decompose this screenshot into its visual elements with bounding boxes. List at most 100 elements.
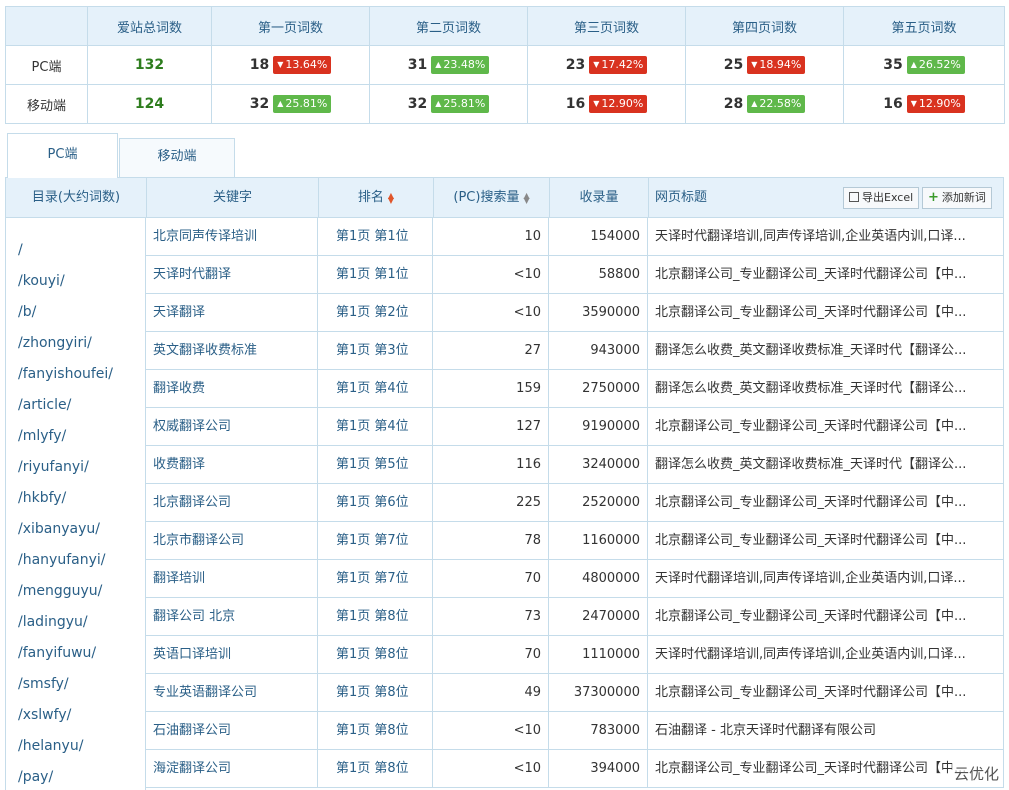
summary-page-cell: 18 ▼ 13.64% — [211, 45, 370, 85]
keyword-cell[interactable]: 天译翻译 — [146, 294, 318, 332]
directory-item[interactable]: /fanyifuwu/ — [6, 638, 145, 669]
export-label: 导出Excel — [862, 191, 914, 204]
summary-row-label: 移动端 — [5, 84, 88, 124]
summary-total: 124 — [87, 84, 212, 124]
keyword-cell[interactable]: 翻译培训 — [146, 560, 318, 598]
keyword-cell[interactable]: 翻译公司 北京 — [146, 598, 318, 636]
rank-cell[interactable]: 第1页 第2位 — [318, 294, 433, 332]
keyword-cell[interactable]: 北京翻译公司 — [146, 484, 318, 522]
index-cell: 9190000 — [549, 408, 648, 446]
arrow-down-icon: ▼ — [593, 60, 600, 69]
volume-cell: 78 — [433, 522, 549, 560]
directory-item[interactable]: /mlyfy/ — [6, 421, 145, 452]
directory-item[interactable]: /smsfy/ — [6, 669, 145, 700]
rank-cell[interactable]: 第1页 第3位 — [318, 332, 433, 370]
rank-cell[interactable]: 第1页 第8位 — [318, 712, 433, 750]
keyword-cell[interactable]: 权威翻译公司 — [146, 408, 318, 446]
index-cell: 1160000 — [549, 522, 648, 560]
page-count: 31 — [407, 56, 428, 73]
summary-page-cell: 16 ▼ 12.90% — [527, 84, 686, 124]
tab-pc[interactable]: PC端 — [7, 133, 118, 179]
header-volume[interactable]: (PC)搜索量 ▲ ▼ — [434, 178, 550, 217]
directory-item[interactable]: /kouyi/ — [6, 266, 145, 297]
index-cell: 2750000 — [549, 370, 648, 408]
table-row: 天译时代翻译 第1页 第1位 <10 58800 北京翻译公司_专业翻译公司_天译时代翻… — [146, 256, 1004, 294]
watermark: 云优化 — [951, 763, 1001, 784]
title-cell: 天译时代翻译培训,同声传译培训,企业英语内训,口译... — [648, 218, 1004, 256]
keyword-cell[interactable]: 海淀翻译公司 — [146, 750, 318, 788]
export-excel-button[interactable]: 导出Excel — [843, 187, 920, 209]
summary-page-cell: 32 ▲ 25.81% — [369, 84, 528, 124]
directory-item[interactable]: /zhongyiri/ — [6, 328, 145, 359]
table-row: 英语口译培训 第1页 第8位 70 1110000 天译时代翻译培训,同声传译培训,企业… — [146, 636, 1004, 674]
rank-cell[interactable]: 第1页 第7位 — [318, 560, 433, 598]
keyword-cell[interactable]: 英文翻译收费标准 — [146, 332, 318, 370]
directory-item[interactable]: /hanyufanyi/ — [6, 545, 145, 576]
rank-cell[interactable]: 第1页 第8位 — [318, 598, 433, 636]
rank-cell[interactable]: 第1页 第5位 — [318, 446, 433, 484]
header-rank[interactable]: 排名 ▲ ▼ — [319, 178, 434, 217]
volume-cell: <10 — [433, 750, 549, 788]
summary-header-row: 爱站总词数 第一页词数 第二页词数 第三页词数 第四页词数 第五页词数 — [5, 6, 1005, 46]
arrow-down-icon: ▼ — [751, 60, 758, 69]
page-count: 32 — [407, 95, 428, 112]
page-count: 16 — [565, 95, 586, 112]
rank-cell[interactable]: 第1页 第4位 — [318, 370, 433, 408]
change-value: 23.48% — [443, 58, 486, 71]
add-keyword-button[interactable]: + 添加新词 — [922, 187, 992, 209]
volume-cell: 70 — [433, 560, 549, 598]
summary-page-cell: 31 ▲ 23.48% — [369, 45, 528, 85]
change-value: 22.58% — [759, 97, 802, 110]
rank-cell[interactable]: 第1页 第4位 — [318, 408, 433, 446]
directory-item[interactable]: /b/ — [6, 297, 145, 328]
title-cell: 北京翻译公司_专业翻译公司_天译时代翻译公司【中... — [648, 598, 1004, 636]
rank-cell[interactable]: 第1页 第8位 — [318, 636, 433, 674]
directory-item[interactable]: /article/ — [6, 390, 145, 421]
tab-mobile[interactable]: 移动端 — [119, 138, 235, 178]
directory-item[interactable]: /ladingyu/ — [6, 607, 145, 638]
summary-header-page1: 第一页词数 — [211, 6, 370, 46]
rank-cell[interactable]: 第1页 第6位 — [318, 484, 433, 522]
index-cell: 783000 — [549, 712, 648, 750]
directory-item[interactable]: /hkbfy/ — [6, 483, 145, 514]
index-cell: 3240000 — [549, 446, 648, 484]
directory-item[interactable]: /riyufanyi/ — [6, 452, 145, 483]
rank-cell[interactable]: 第1页 第1位 — [318, 218, 433, 256]
volume-cell: 49 — [433, 674, 549, 712]
keyword-cell[interactable]: 收费翻译 — [146, 446, 318, 484]
sort-icon[interactable]: ▲ ▼ — [523, 191, 529, 204]
keyword-cell[interactable]: 专业英语翻译公司 — [146, 674, 318, 712]
index-cell: 2520000 — [549, 484, 648, 522]
keyword-cell[interactable]: 英语口译培训 — [146, 636, 318, 674]
page-count: 35 — [883, 56, 903, 73]
change-value: 18.94% — [759, 58, 802, 71]
change-value: 12.90% — [601, 97, 644, 110]
summary-row-mobile: 移动端 124 32 ▲ 25.81% 32 ▲ 25.81% 16 ▼ 12.90% 28… — [5, 84, 1005, 124]
rank-cell[interactable]: 第1页 第7位 — [318, 522, 433, 560]
directory-item[interactable]: / — [6, 235, 145, 266]
keyword-cell[interactable]: 北京同声传译培训 — [146, 218, 318, 256]
arrow-up-icon: ▲ — [277, 99, 284, 108]
rank-cell[interactable]: 第1页 第1位 — [318, 256, 433, 294]
summary-header-total: 爱站总词数 — [87, 6, 212, 46]
keyword-cell[interactable]: 北京市翻译公司 — [146, 522, 318, 560]
table-row: 石油翻译公司 第1页 第8位 <10 783000 石油翻译 - 北京天译时代翻译有限公… — [146, 712, 1004, 750]
add-label: 添加新词 — [941, 191, 986, 204]
directory-item[interactable]: /pay/ — [6, 762, 145, 790]
keyword-cell[interactable]: 翻译收费 — [146, 370, 318, 408]
keyword-cell[interactable]: 石油翻译公司 — [146, 712, 318, 750]
summary-page-cell: 16 ▼ 12.90% — [843, 84, 1005, 124]
rank-cell[interactable]: 第1页 第8位 — [318, 750, 433, 788]
rank-cell[interactable]: 第1页 第8位 — [318, 674, 433, 712]
directory-item[interactable]: /xibanyayu/ — [6, 514, 145, 545]
volume-cell: 10 — [433, 218, 549, 256]
directory-item[interactable]: /xslwfy/ — [6, 700, 145, 731]
header-directory: 目录(大约词数) — [6, 178, 147, 217]
sort-icon[interactable]: ▲ ▼ — [388, 191, 394, 204]
keyword-cell[interactable]: 天译时代翻译 — [146, 256, 318, 294]
directory-item[interactable]: /mengguyu/ — [6, 576, 145, 607]
directory-item[interactable]: /helanyu/ — [6, 731, 145, 762]
change-badge: ▲ 23.48% — [431, 56, 490, 74]
directory-item[interactable]: /fanyishoufei/ — [6, 359, 145, 390]
change-badge: ▲ 25.81% — [273, 95, 332, 113]
